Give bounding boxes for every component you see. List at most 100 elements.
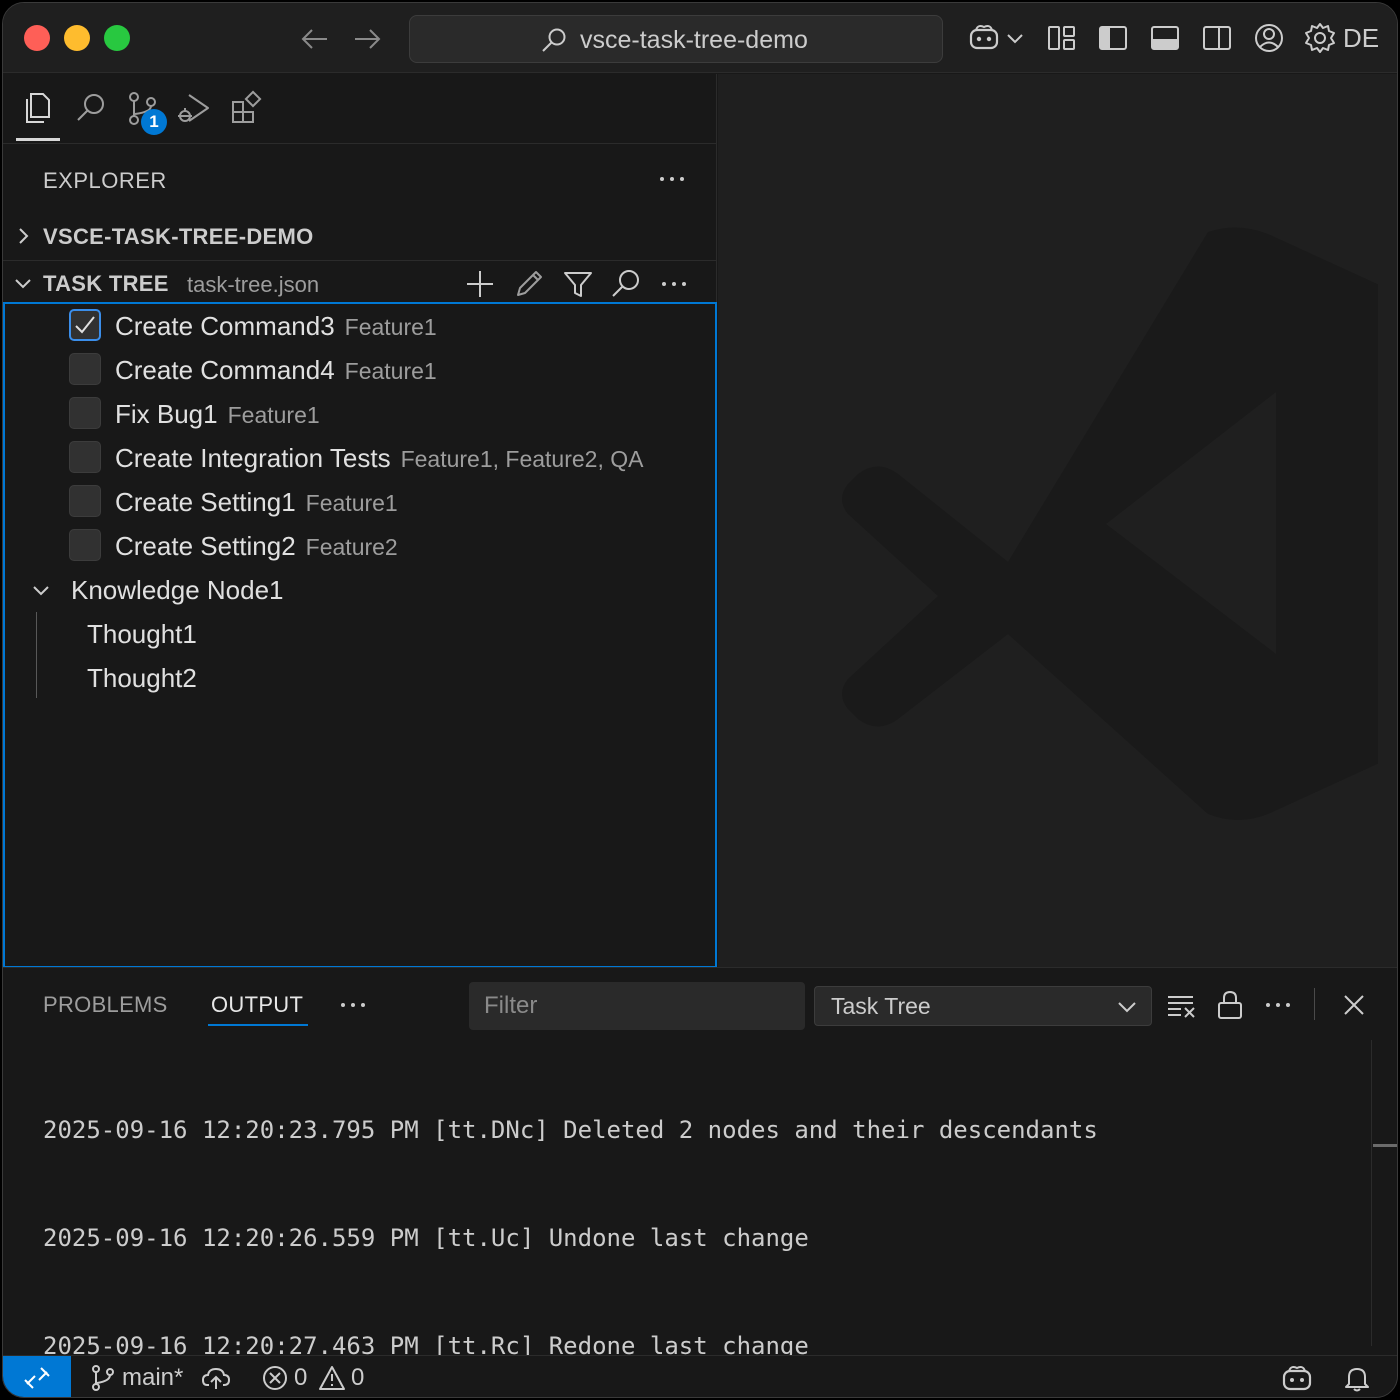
settings-gear-icon[interactable] xyxy=(1303,21,1337,55)
minimize-window-button[interactable] xyxy=(64,25,90,51)
output-channel-value: Task Tree xyxy=(831,993,931,1019)
account-label[interactable]: DE xyxy=(1343,23,1379,54)
tree-item-label: Create Setting1 Feature1 xyxy=(115,487,398,517)
task-checkbox[interactable] xyxy=(69,397,101,429)
close-window-button[interactable] xyxy=(24,25,50,51)
edit-pencil-icon[interactable] xyxy=(512,267,546,301)
output-log: 2025-09-16 12:20:23.795 PM [tt.DNc] Dele… xyxy=(43,1040,1098,1397)
warning-count[interactable]: 0 xyxy=(351,1364,364,1392)
checkmark-icon xyxy=(75,316,95,334)
chevron-down-icon[interactable] xyxy=(1003,21,1027,55)
task-tree-section-header[interactable]: TASK TREE task-tree.json xyxy=(3,260,716,304)
more-actions-icon[interactable] xyxy=(655,162,689,196)
workspace-section-header[interactable]: VSCE-TASK-TREE-DEMO xyxy=(3,214,716,258)
task-checkbox[interactable] xyxy=(69,353,101,385)
run-and-debug-icon[interactable] xyxy=(175,90,211,126)
git-branch-icon[interactable] xyxy=(89,1364,117,1392)
branch-name[interactable]: main* xyxy=(122,1364,183,1392)
zoom-window-button[interactable] xyxy=(104,25,130,51)
activity-tabs: 1 xyxy=(3,74,716,144)
copilot-icon[interactable] xyxy=(1281,1364,1313,1392)
tree-item-label: Thought1 xyxy=(87,619,197,649)
extensions-icon[interactable] xyxy=(229,90,265,126)
error-count[interactable]: 0 xyxy=(294,1364,307,1392)
tree-item-label: Create Integration Tests Feature1, Featur… xyxy=(115,443,644,473)
tree-item-task[interactable]: Fix Bug1 Feature1 xyxy=(5,392,715,436)
error-icon[interactable] xyxy=(261,1364,289,1392)
remote-icon xyxy=(24,1367,50,1389)
status-bar: main* 0 0 xyxy=(3,1355,1397,1397)
toggle-panel-icon[interactable] xyxy=(1148,21,1182,55)
clear-output-icon[interactable] xyxy=(1165,988,1199,1022)
task-tree-section-title: TASK TREE xyxy=(43,271,169,296)
notification-bell-icon[interactable] xyxy=(1343,1364,1371,1392)
log-line: 2025-09-16 12:20:23.795 PM [tt.DNc] Dele… xyxy=(43,1116,1098,1144)
active-tab-indicator xyxy=(208,1024,308,1026)
tree-item-label: Thought2 xyxy=(87,663,197,693)
explorer-files-icon[interactable] xyxy=(19,90,55,126)
search-icon xyxy=(542,28,566,52)
tree-item-thought[interactable]: Thought1 xyxy=(5,612,715,656)
sync-cloud-icon[interactable] xyxy=(201,1364,231,1392)
chevron-right-icon xyxy=(19,228,29,244)
forward-arrow-icon[interactable] xyxy=(351,23,383,55)
output-filter-input[interactable] xyxy=(469,982,805,1030)
customize-layout-icon[interactable] xyxy=(1045,21,1079,55)
workspace-section-title: VSCE-TASK-TREE-DEMO xyxy=(43,224,314,249)
task-checkbox[interactable] xyxy=(69,485,101,517)
editor-area xyxy=(718,74,1397,967)
toggle-secondary-sidebar-icon[interactable] xyxy=(1200,21,1234,55)
search-icon[interactable] xyxy=(609,267,643,301)
chevron-down-icon xyxy=(1118,1002,1136,1013)
command-center-label: vsce-task-tree-demo xyxy=(580,26,808,54)
more-actions-icon[interactable] xyxy=(657,267,691,301)
tree-item-task[interactable]: Create Command3 Feature1 xyxy=(5,304,715,348)
explorer-title: EXPLORER xyxy=(43,168,167,193)
output-channel-select[interactable]: Task Tree xyxy=(814,986,1152,1026)
filter-icon[interactable] xyxy=(561,267,595,301)
remote-indicator-button[interactable] xyxy=(3,1356,71,1397)
log-line: 2025-09-16 12:20:26.559 PM [tt.Uc] Undon… xyxy=(43,1224,809,1252)
lock-scroll-icon[interactable] xyxy=(1213,988,1247,1022)
output-scrollbar[interactable] xyxy=(1371,1040,1397,1346)
warning-icon[interactable] xyxy=(318,1364,346,1392)
bottom-panel: PROBLEMS OUTPUT Task Tree 2025- xyxy=(3,967,1397,1360)
toolbar-separator xyxy=(1314,988,1315,1020)
source-control-badge: 1 xyxy=(141,109,167,135)
add-icon[interactable] xyxy=(463,267,497,301)
more-tabs-icon[interactable] xyxy=(336,988,370,1022)
tree-item-label: Create Setting2 Feature2 xyxy=(115,531,398,561)
tree-item-task[interactable]: Create Setting1 Feature1 xyxy=(5,480,715,524)
command-center[interactable]: vsce-task-tree-demo xyxy=(409,15,943,63)
tab-output[interactable]: OUTPUT xyxy=(211,992,303,1018)
chevron-down-icon xyxy=(15,279,31,289)
tree-item-task[interactable]: Create Setting2 Feature2 xyxy=(5,524,715,568)
task-checkbox[interactable] xyxy=(69,309,101,341)
task-tree-section-description: task-tree.json xyxy=(187,272,320,297)
title-bar: vsce-task-tree-demo DE xyxy=(3,3,1397,73)
tab-problems[interactable]: PROBLEMS xyxy=(43,992,168,1018)
vscode-window: vsce-task-tree-demo DE 1 EXPLORER VSCE-T… xyxy=(2,2,1398,1398)
close-panel-icon[interactable] xyxy=(1337,988,1371,1022)
scrollbar-marker xyxy=(1373,1144,1397,1147)
copilot-icon[interactable] xyxy=(967,21,1001,55)
chevron-down-icon xyxy=(33,586,49,596)
primary-sidebar: 1 EXPLORER VSCE-TASK-TREE-DEMO TASK TREE… xyxy=(3,74,717,968)
tree-item-task[interactable]: Create Integration Tests Feature1, Featur… xyxy=(5,436,715,480)
tree-item-label: Create Command4 Feature1 xyxy=(115,355,437,385)
vscode-logo-watermark xyxy=(842,227,1378,820)
task-checkbox[interactable] xyxy=(69,529,101,561)
back-arrow-icon[interactable] xyxy=(299,23,331,55)
tree-item-task[interactable]: Create Command4 Feature1 xyxy=(5,348,715,392)
tree-item-label: Create Command3 Feature1 xyxy=(115,311,437,341)
toggle-primary-sidebar-icon[interactable] xyxy=(1096,21,1130,55)
tree-item-label: Fix Bug1 Feature1 xyxy=(115,399,320,429)
more-actions-icon[interactable] xyxy=(1261,988,1295,1022)
account-icon[interactable] xyxy=(1252,21,1286,55)
search-icon[interactable] xyxy=(73,90,109,126)
task-tree-view: Create Command3 Feature1 Create Command4 F… xyxy=(3,302,717,968)
tree-item-label: Knowledge Node1 xyxy=(71,575,284,605)
tree-item-knowledge-node[interactable]: Knowledge Node1 xyxy=(5,568,715,612)
tree-item-thought[interactable]: Thought2 xyxy=(5,656,715,700)
task-checkbox[interactable] xyxy=(69,441,101,473)
